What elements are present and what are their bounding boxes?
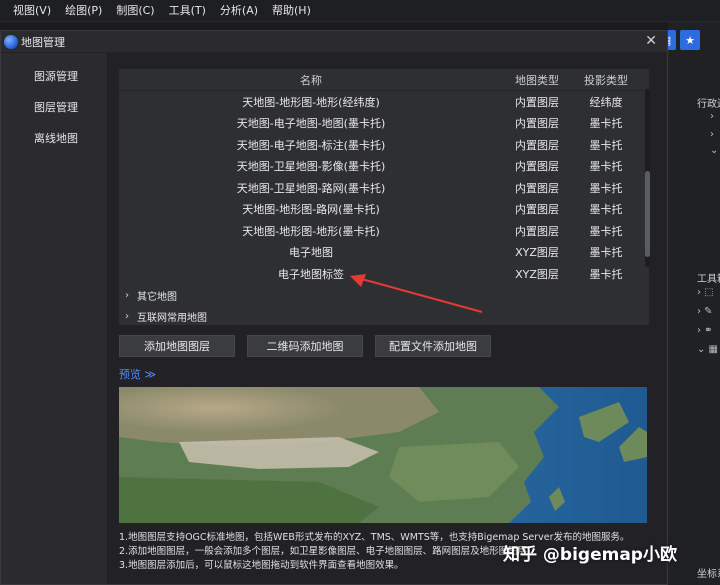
annotation-arrow — [350, 274, 483, 313]
watermark-text: 知乎 @bigemap小欧 — [503, 545, 677, 565]
